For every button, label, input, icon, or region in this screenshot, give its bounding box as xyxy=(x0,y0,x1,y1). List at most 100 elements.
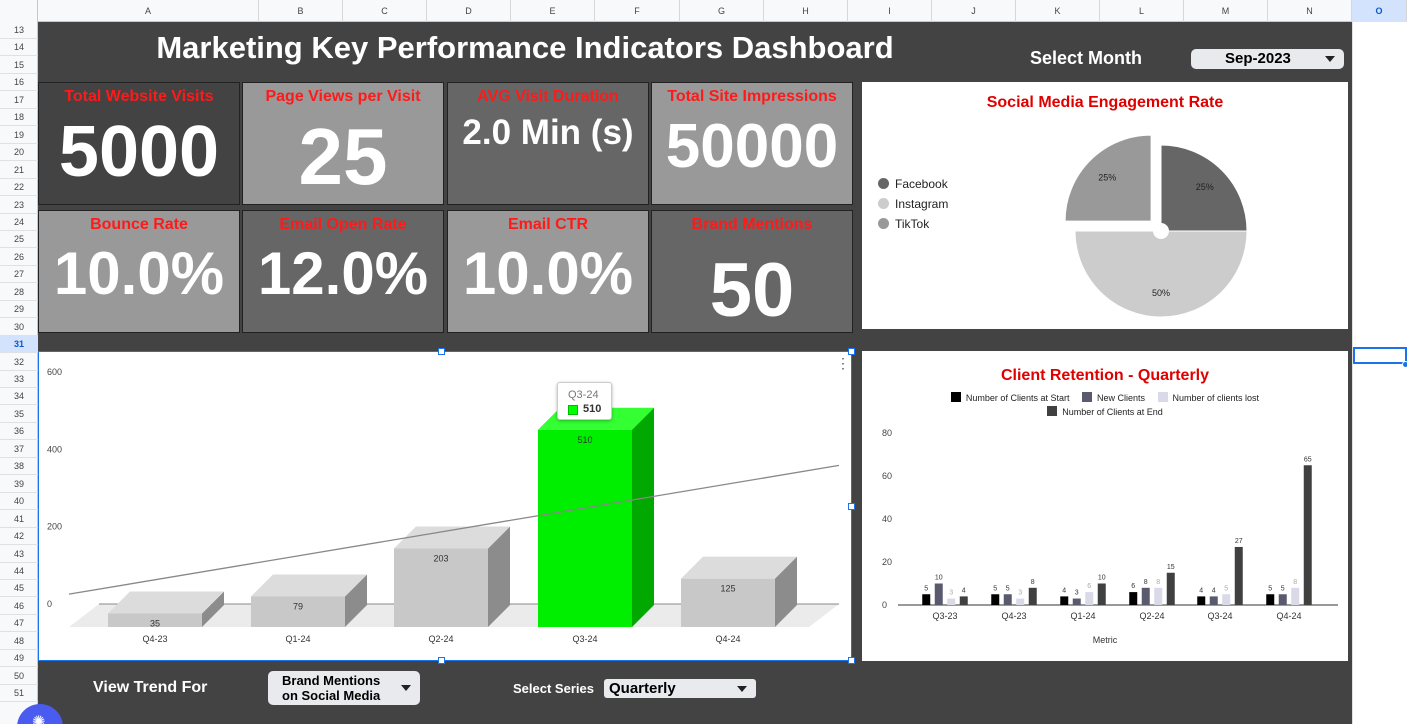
row-header[interactable]: 46 xyxy=(0,598,38,615)
kpi-bounce-rate[interactable]: Bounce Rate 10.0% xyxy=(38,210,240,333)
bar-q1-24 xyxy=(1072,598,1081,605)
pie-center-dot xyxy=(1153,223,1169,239)
resize-handle-bottom[interactable] xyxy=(438,657,445,664)
series-dropdown[interactable]: Quarterly xyxy=(604,679,756,698)
row-header[interactable]: 16 xyxy=(0,74,38,92)
trend-dropdown-line1: Brand Mentions xyxy=(282,673,381,688)
empty-cells-area[interactable] xyxy=(1352,22,1407,724)
kpi-label: Email Open Rate xyxy=(279,216,407,233)
bar-q3-23 xyxy=(934,583,943,605)
kpi-total-site-impressions[interactable]: Total Site Impressions 50000 xyxy=(651,82,853,205)
column-header[interactable]: M xyxy=(1184,0,1268,22)
row-header[interactable]: 21 xyxy=(0,162,38,179)
bar-value-label: 8 xyxy=(1156,579,1160,586)
row-header[interactable]: 13 xyxy=(0,22,38,39)
row-header[interactable]: 50 xyxy=(0,668,38,685)
column-header[interactable]: J xyxy=(932,0,1016,22)
row-header[interactable]: 24 xyxy=(0,214,38,231)
row-header[interactable]: 42 xyxy=(0,528,38,546)
resize-handle-top-right[interactable] xyxy=(848,348,855,355)
row-header[interactable]: 49 xyxy=(0,650,38,668)
kpi-avg-visit-duration[interactable]: AVG Visit Duration 2.0 Min (s) xyxy=(447,82,649,205)
column-header[interactable]: D xyxy=(427,0,511,22)
column-header[interactable]: H xyxy=(764,0,848,22)
kpi-brand-mentions[interactable]: Brand Mentions 50 xyxy=(651,210,853,333)
bar-q2-24 xyxy=(1166,572,1175,605)
fill-handle[interactable] xyxy=(1402,361,1407,368)
bar-value-label: 15 xyxy=(1167,564,1175,571)
column-header[interactable]: G xyxy=(680,0,764,22)
column-header[interactable]: L xyxy=(1100,0,1184,22)
column-header[interactable]: F xyxy=(595,0,680,22)
kpi-email-open-rate[interactable]: Email Open Rate 12.0% xyxy=(242,210,444,333)
row-header[interactable]: 28 xyxy=(0,284,38,301)
row-header[interactable]: 34 xyxy=(0,388,38,406)
kpi-page-views-per-visit[interactable]: Page Views per Visit 25 xyxy=(242,82,444,205)
row-header[interactable]: 43 xyxy=(0,546,38,563)
row-header[interactable]: 37 xyxy=(0,441,38,458)
row-header[interactable]: 51 xyxy=(0,685,38,703)
row-header[interactable]: 41 xyxy=(0,511,38,528)
resize-handle-right[interactable] xyxy=(848,503,855,510)
brand-mentions-trend-chart[interactable]: 0 200 400 600 35 Q4-23 79 Q1-24 203 Q2-24 510 Q3-24… xyxy=(38,351,852,661)
row-header[interactable]: 35 xyxy=(0,406,38,423)
row-header[interactable]: 39 xyxy=(0,476,38,493)
retention-plot: 0 20 40 60 80 5 10 3 4 Q3-23 5 5 3 8 Q4-23 4 3 6 10 Q1-24 6 8… xyxy=(882,428,1338,621)
column-header[interactable]: O xyxy=(1352,0,1407,22)
row-header[interactable]: 30 xyxy=(0,319,38,336)
row-header[interactable]: 27 xyxy=(0,266,38,284)
row-header[interactable]: 48 xyxy=(0,633,38,650)
column-header[interactable]: B xyxy=(259,0,343,22)
resize-handle-top[interactable] xyxy=(438,348,445,355)
column-header[interactable]: K xyxy=(1016,0,1100,22)
sparkle-icon: ✺ xyxy=(32,714,46,724)
column-header[interactable]: I xyxy=(848,0,932,22)
dropdown-arrow-icon xyxy=(1325,56,1335,62)
kpi-value: 2.0 Min (s) xyxy=(462,113,634,152)
row-header[interactable]: 33 xyxy=(0,371,38,388)
y-tick-label: 40 xyxy=(882,514,892,524)
kpi-total-website-visits[interactable]: Total Website Visits 5000 xyxy=(38,82,240,205)
client-retention-chart[interactable]: Client Retention - Quarterly Number of C… xyxy=(862,351,1348,661)
pie-data-label: 25% xyxy=(1196,182,1214,192)
row-header[interactable]: 32 xyxy=(0,354,38,371)
column-header[interactable]: N xyxy=(1268,0,1352,22)
bar-q4-24 xyxy=(1278,594,1287,605)
row-header[interactable]: 47 xyxy=(0,615,38,633)
row-header[interactable]: 31 xyxy=(0,336,38,354)
row-header[interactable]: 18 xyxy=(0,109,38,127)
row-header[interactable]: 25 xyxy=(0,231,38,249)
x-tick-label: Q3-23 xyxy=(932,611,957,621)
trend-metric-dropdown[interactable]: Brand Mentions on Social Media xyxy=(268,671,420,705)
row-header[interactable]: 15 xyxy=(0,57,38,74)
select-all-corner[interactable] xyxy=(0,0,38,22)
row-header[interactable]: 22 xyxy=(0,179,38,197)
bar-value-label: 5 xyxy=(924,585,928,592)
column-header[interactable]: A xyxy=(38,0,259,22)
column-header[interactable]: E xyxy=(511,0,595,22)
row-header[interactable]: 17 xyxy=(0,92,38,109)
selected-cell-o31[interactable] xyxy=(1353,347,1407,364)
row-header[interactable]: 14 xyxy=(0,39,38,57)
row-header[interactable]: 38 xyxy=(0,458,38,476)
row-header[interactable]: 19 xyxy=(0,127,38,144)
dropdown-arrow-icon xyxy=(737,685,747,692)
bar-value-label: 5 xyxy=(993,585,997,592)
row-header[interactable]: 23 xyxy=(0,197,38,214)
more-options-icon[interactable]: ⋮ xyxy=(836,356,850,370)
social-media-engagement-chart[interactable]: Social Media Engagement Rate Facebook In… xyxy=(862,82,1348,329)
kpi-email-ctr[interactable]: Email CTR 10.0% xyxy=(447,210,649,333)
row-header[interactable]: 36 xyxy=(0,423,38,441)
row-header[interactable]: 20 xyxy=(0,144,38,162)
row-header[interactable]: 45 xyxy=(0,580,38,598)
row-header[interactable]: 29 xyxy=(0,301,38,319)
row-header[interactable]: 44 xyxy=(0,563,38,580)
row-header[interactable]: 26 xyxy=(0,249,38,266)
column-header[interactable]: C xyxy=(343,0,427,22)
bar-value-label: 6 xyxy=(1131,583,1135,590)
bar-q4-23 xyxy=(1028,587,1037,605)
row-header[interactable]: 40 xyxy=(0,493,38,511)
kpi-label: Brand Mentions xyxy=(691,216,813,233)
resize-handle-bottom-right[interactable] xyxy=(848,657,855,664)
month-dropdown[interactable]: Sep-2023 xyxy=(1191,49,1344,69)
